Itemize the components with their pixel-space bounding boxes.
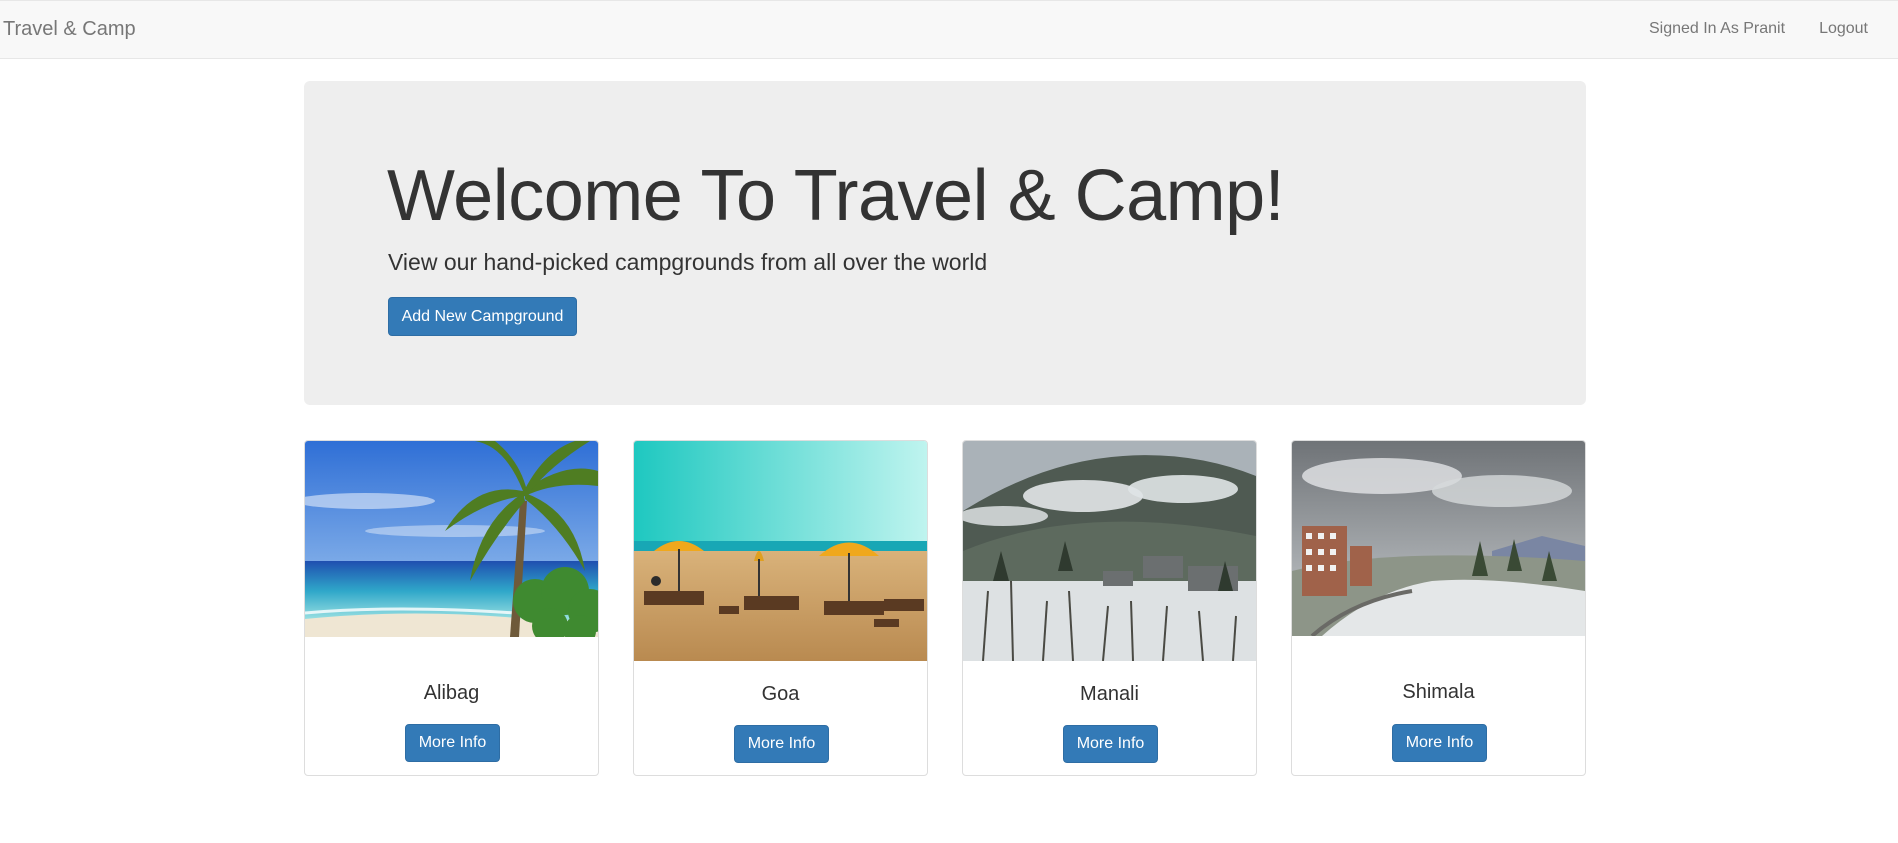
more-info-button[interactable]: More Info <box>405 724 500 762</box>
page-title: Welcome To Travel & Camp! <box>387 156 1285 236</box>
campground-card-shimala: Shimala More Info <box>1291 440 1586 776</box>
campground-card-manali: Manali More Info <box>962 440 1257 776</box>
more-info-button[interactable]: More Info <box>734 725 829 763</box>
more-info-button[interactable]: More Info <box>1063 725 1158 763</box>
more-info-button[interactable]: More Info <box>1392 724 1487 762</box>
page-subtitle: View our hand-picked campgrounds from al… <box>388 249 988 275</box>
nav-right: Signed In As Pranit Logout <box>1649 20 1868 38</box>
campground-name: Shimala <box>1402 681 1475 703</box>
add-campground-button[interactable]: Add New Campground <box>388 297 577 336</box>
tropical-beach-palm-photo <box>305 441 598 637</box>
campground-name: Manali <box>1080 683 1139 705</box>
brand-link[interactable]: Travel & Camp <box>3 18 136 41</box>
snowy-hill-town-photo <box>1292 441 1585 636</box>
jumbotron: Welcome To Travel & Camp! View our hand-… <box>304 81 1586 405</box>
snowy-mountain-village-photo <box>963 441 1256 661</box>
campground-name: Alibag <box>423 682 480 704</box>
logout-link[interactable]: Logout <box>1819 20 1868 38</box>
navbar: Travel & Camp Signed In As Pranit Logout <box>0 0 1898 59</box>
campground-card-alibag: Alibag More Info <box>304 440 599 776</box>
campground-card-goa: Goa More Info <box>633 440 928 776</box>
campground-name: Goa <box>761 683 800 705</box>
beach-umbrellas-photo <box>634 441 927 661</box>
signed-in-link[interactable]: Signed In As Pranit <box>1649 20 1785 38</box>
